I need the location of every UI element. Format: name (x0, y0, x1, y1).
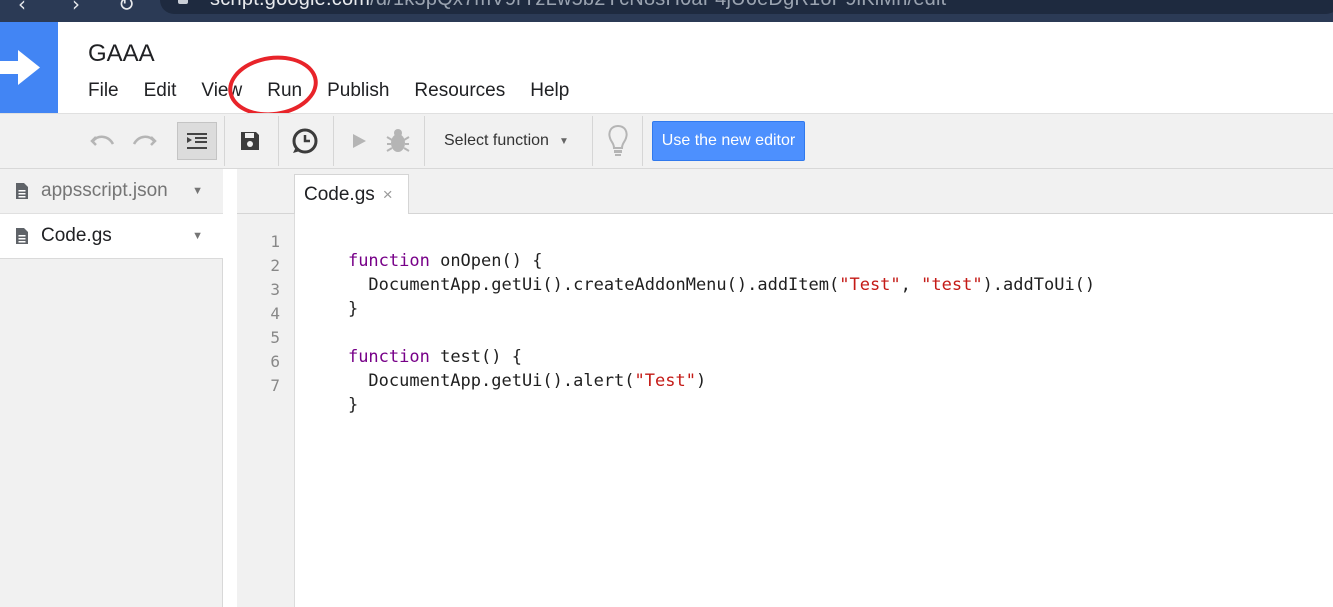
lightbulb-icon (608, 124, 628, 156)
url-path: /d/1k3pQx7mV9rTzLw5b2YcN8sH0aF4jU6eDgR1o… (370, 0, 946, 10)
toolbar-separator (278, 116, 279, 166)
select-function-label: Select function (444, 132, 549, 149)
caret-down-icon[interactable]: ▼ (192, 230, 203, 242)
indent-button[interactable] (177, 122, 217, 160)
toolbar-separator (224, 116, 225, 166)
document-icon (16, 228, 28, 244)
toolbar: Select function ▼ Use the new editor (0, 113, 1333, 169)
file-sidebar: appsscript.json ▼ Code.gs ▼ (0, 169, 223, 607)
code-line[interactable]: DocumentApp.getUi().createAddonMenu().ad… (307, 255, 1095, 315)
menu-bar: File Edit View Run Publish Resources Hel… (88, 80, 594, 104)
undo-button[interactable] (88, 126, 118, 156)
redo-icon (132, 135, 157, 146)
line-number: 5 (270, 328, 280, 347)
clock-icon (292, 128, 318, 154)
menu-file[interactable]: File (88, 80, 119, 104)
line-number: 2 (270, 256, 280, 275)
url-domain: script.google.com (210, 0, 370, 10)
reload-icon[interactable]: ↻ (118, 0, 135, 16)
select-function-dropdown[interactable]: Select function ▼ (444, 114, 569, 168)
code-string: "Test" (634, 371, 696, 391)
code-text: ) (695, 371, 707, 391)
code-line[interactable]: } (307, 375, 358, 435)
toolbar-separator (642, 116, 643, 166)
code-text: DocumentApp.getUi().alert( (347, 371, 635, 391)
toolbar-separator (424, 116, 425, 166)
browser-address-bar: ‹ › ↻ script.google.com/d/1k3pQx7mV9rTzL… (0, 0, 1333, 22)
undo-icon (90, 135, 115, 146)
redo-button[interactable] (129, 126, 159, 156)
menu-resources[interactable]: Resources (414, 80, 505, 104)
code-text: } (347, 395, 359, 415)
close-icon[interactable]: × (383, 185, 393, 205)
debug-button[interactable] (383, 125, 413, 157)
menu-edit[interactable]: Edit (144, 80, 177, 104)
file-name: appsscript.json (41, 180, 168, 201)
annotation-circle (224, 50, 322, 122)
code-text: } (347, 299, 359, 319)
file-item-appsscript-json[interactable]: appsscript.json ▼ (0, 169, 223, 214)
document-icon (16, 183, 28, 199)
line-number: 3 (270, 280, 280, 299)
bug-icon (386, 129, 410, 152)
line-number: 6 (270, 352, 280, 371)
indent-icon (187, 133, 207, 149)
code-text: DocumentApp.getUi().createAddonMenu().ad… (347, 275, 840, 295)
run-button[interactable] (344, 126, 374, 156)
line-number: 4 (270, 304, 280, 323)
menu-publish[interactable]: Publish (327, 80, 389, 104)
use-new-editor-button[interactable]: Use the new editor (652, 121, 805, 161)
project-title[interactable]: GAAA (88, 40, 155, 68)
line-number: 7 (270, 376, 280, 395)
line-number: 1 (270, 232, 280, 251)
toolbar-separator (592, 116, 593, 166)
lightbulb-button[interactable] (603, 123, 633, 159)
back-arrow-icon[interactable]: ‹ (18, 0, 26, 16)
apps-script-logo[interactable] (0, 22, 58, 113)
lock-icon (178, 0, 188, 4)
editor-tab-bar: Code.gs × (237, 169, 1333, 214)
code-text: ).addToUi() (982, 275, 1096, 295)
triggers-button[interactable] (288, 124, 322, 158)
code-string: "test" (921, 275, 983, 295)
code-string: "Test" (839, 275, 901, 295)
line-number-gutter: 1 2 3 4 5 6 7 (237, 214, 295, 607)
code-editor[interactable]: function onOpen() { DocumentApp.getUi().… (295, 214, 1333, 607)
file-item-code-gs[interactable]: Code.gs ▼ (0, 214, 223, 259)
code-text: , (900, 275, 922, 295)
toolbar-separator (333, 116, 334, 166)
play-icon (353, 134, 366, 148)
file-name: Code.gs (41, 225, 112, 246)
url-text[interactable]: script.google.com/d/1k3pQx7mV9rTzLw5b2Yc… (210, 0, 946, 11)
tab-label: Code.gs (304, 183, 375, 205)
caret-down-icon: ▼ (558, 135, 569, 147)
save-button[interactable] (235, 126, 265, 156)
caret-down-icon[interactable]: ▼ (192, 185, 203, 197)
tab-code-gs[interactable]: Code.gs × (294, 174, 409, 214)
arrow-right-icon (0, 50, 40, 85)
menu-help[interactable]: Help (530, 80, 569, 104)
sidebar-splitter[interactable] (223, 169, 237, 607)
save-icon (241, 132, 259, 150)
code-line[interactable]: DocumentApp.getUi().alert("Test") (307, 351, 706, 411)
forward-arrow-icon[interactable]: › (72, 0, 80, 16)
